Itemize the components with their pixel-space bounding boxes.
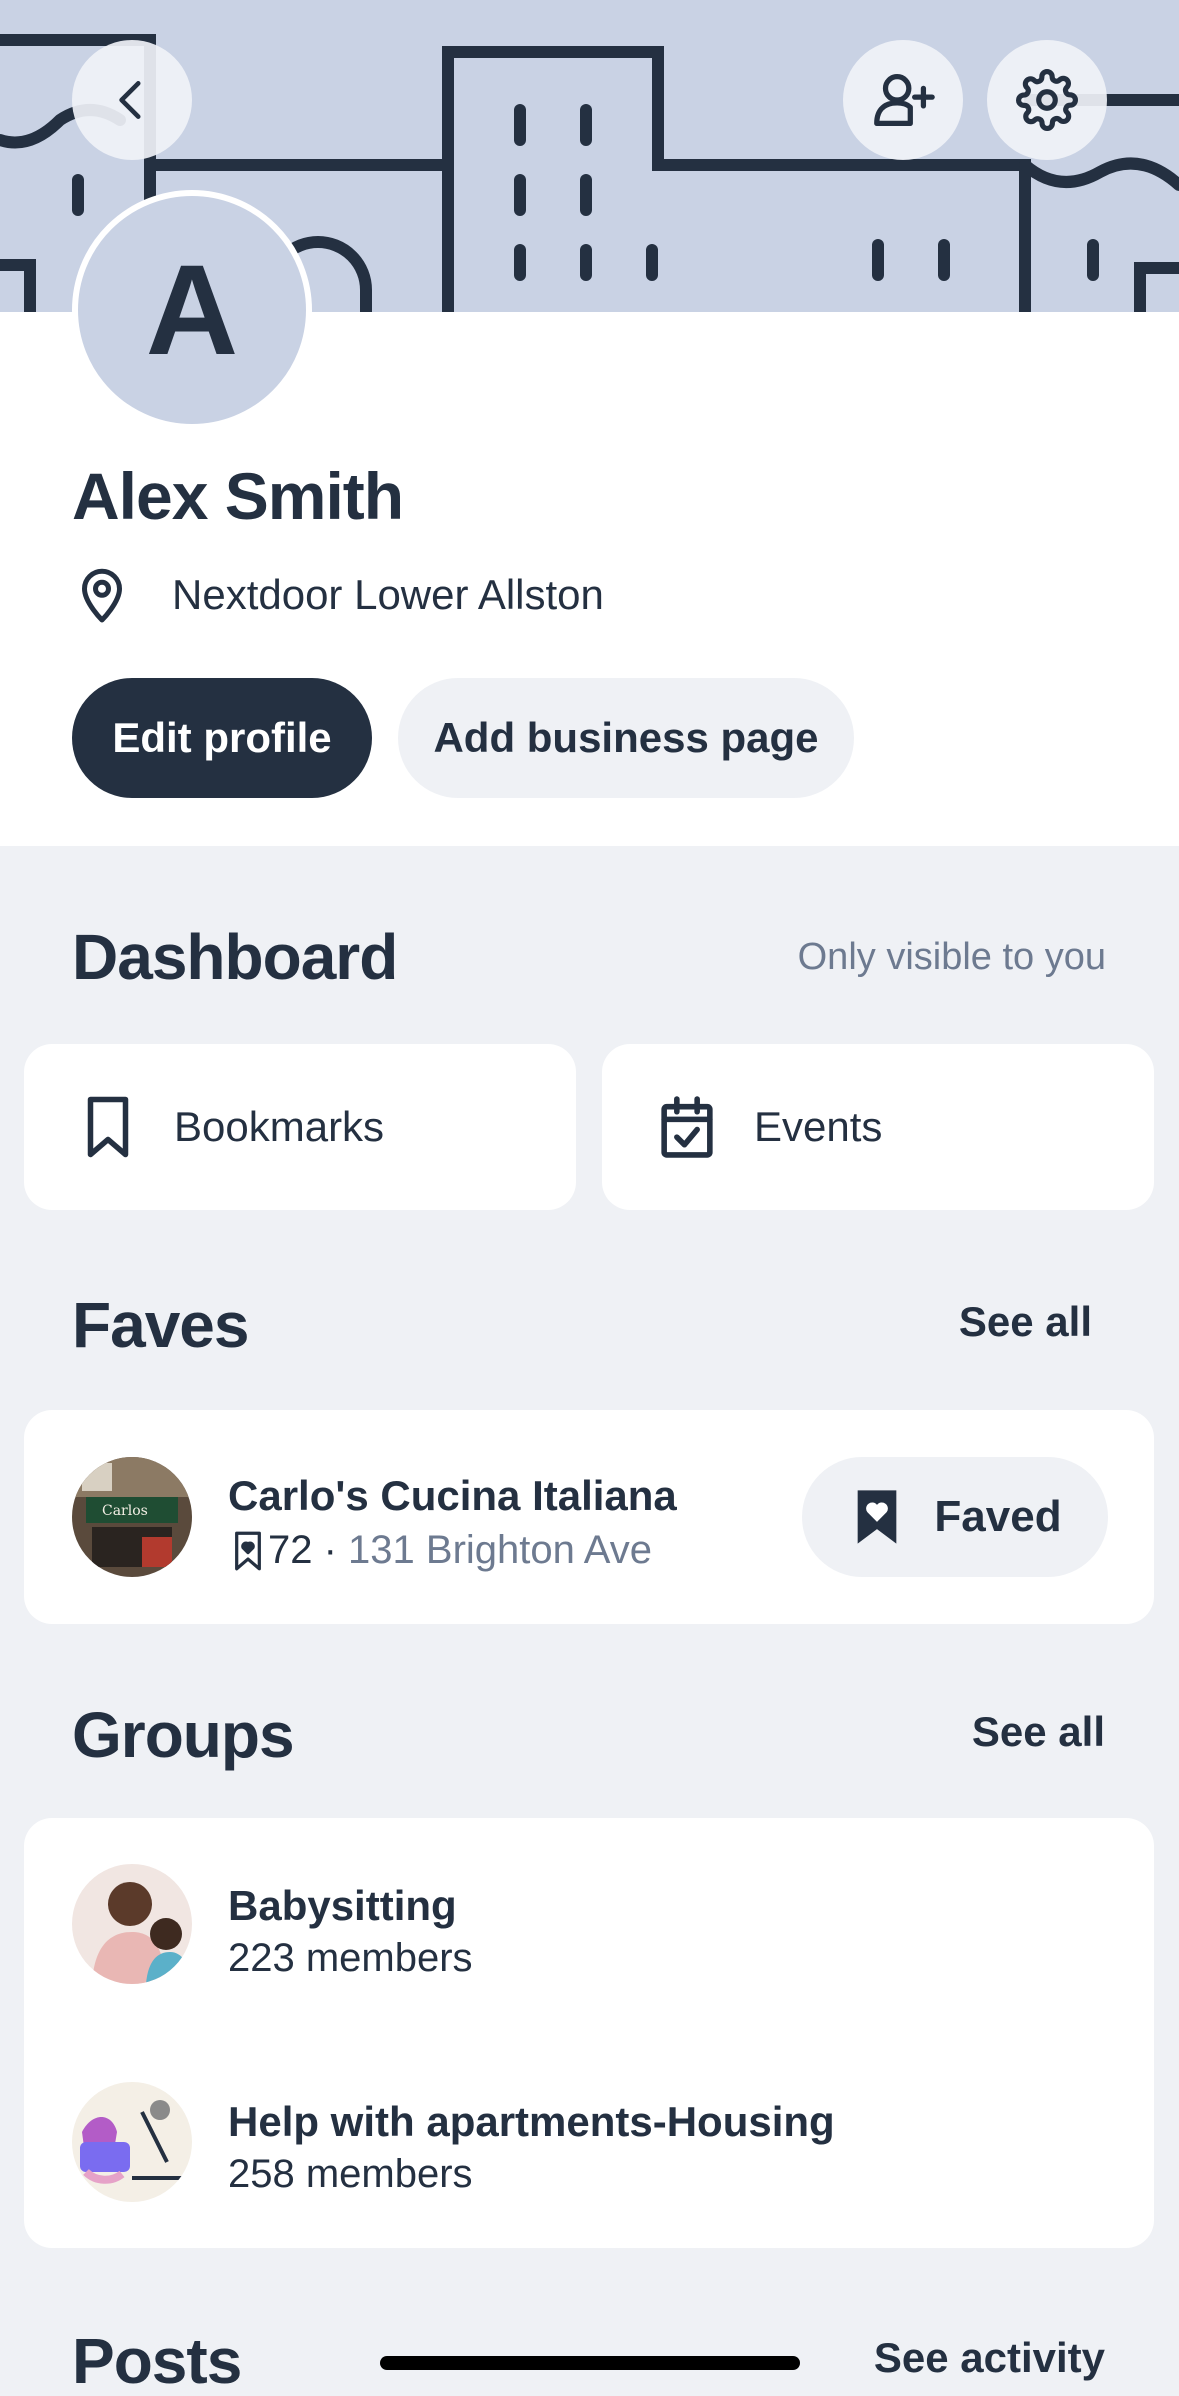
fave-business-name: Carlo's Cucina Italiana: [228, 1472, 677, 1519]
edit-profile-button[interactable]: Edit profile: [72, 678, 372, 798]
settings-button[interactable]: [987, 40, 1107, 160]
bookmarks-card[interactable]: Bookmarks: [24, 1044, 576, 1210]
faved-label: Faved: [934, 1492, 1062, 1541]
events-card[interactable]: Events: [602, 1044, 1154, 1210]
group-name: Help with apartments-Housing: [228, 2098, 835, 2145]
posts-title: Posts: [72, 2325, 242, 2396]
svg-text:Carlos: Carlos: [102, 1503, 148, 1519]
groups-see-all-link[interactable]: See all: [972, 1708, 1105, 1756]
visibility-note: Only visible to you: [797, 936, 1106, 978]
bookmark-icon: [87, 1096, 129, 1158]
bookmarks-label: Bookmarks: [174, 1103, 385, 1150]
gear-icon: [1016, 69, 1078, 131]
location-pin-icon: [82, 568, 122, 623]
see-activity-link[interactable]: See activity: [874, 2334, 1105, 2382]
fave-item-card[interactable]: Carlos Carlo's Cucina Italiana 72 · 131 …: [24, 1410, 1154, 1624]
avatar-initial: A: [145, 238, 239, 382]
fave-business-meta: 72 · 131 Brighton Ave: [228, 1528, 652, 1573]
groups-card: Babysitting 223 members Help with apartm…: [24, 1818, 1154, 2248]
chevron-left-icon: [119, 81, 141, 119]
events-label: Events: [754, 1103, 883, 1150]
group-thumbnail-housing: [72, 2082, 192, 2202]
back-button[interactable]: [72, 40, 192, 160]
faved-bookmark-heart-icon: [858, 1490, 897, 1544]
group-name: Babysitting: [228, 1882, 457, 1929]
groups-title: Groups: [72, 1699, 295, 1771]
fave-separator: ·: [312, 1528, 349, 1572]
fave-count: 72: [268, 1528, 313, 1572]
avatar[interactable]: A: [72, 190, 312, 430]
fave-address: 131 Brighton Ave: [348, 1528, 652, 1572]
group-thumbnail-babysitting: [72, 1864, 192, 1984]
add-business-page-button[interactable]: Add business page: [398, 678, 854, 798]
fave-count-icon: [235, 1531, 261, 1570]
faved-button[interactable]: Faved: [802, 1457, 1108, 1577]
add-user-icon: [874, 74, 935, 126]
faves-see-all-link[interactable]: See all: [959, 1298, 1092, 1346]
location-row: Nextdoor Lower Allston: [72, 560, 604, 630]
home-indicator: [380, 2356, 800, 2370]
group-member-count: 223 members: [228, 1936, 473, 1980]
calendar-check-icon: [661, 1096, 713, 1158]
group-member-count: 258 members: [228, 2152, 473, 2196]
faves-title: Faves: [72, 1289, 249, 1361]
location-text: Nextdoor Lower Allston: [172, 571, 604, 618]
dashboard-title: Dashboard: [72, 921, 398, 993]
add-neighbor-button[interactable]: [843, 40, 963, 160]
business-thumbnail: Carlos: [72, 1457, 192, 1577]
profile-name: Alex Smith: [72, 459, 404, 533]
